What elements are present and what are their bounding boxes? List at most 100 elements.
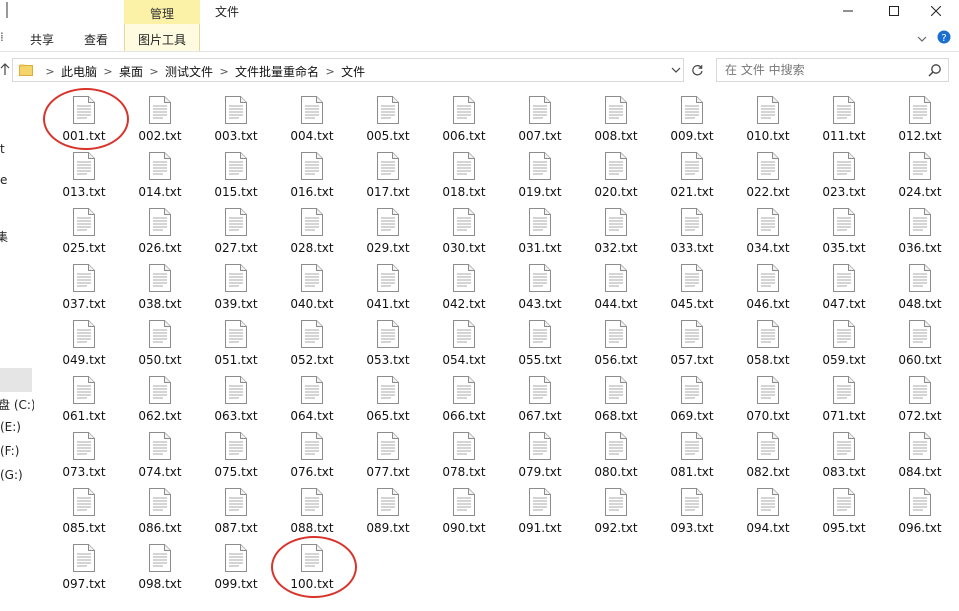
- file-item[interactable]: 020.txt: [578, 152, 654, 206]
- file-item[interactable]: 080.txt: [578, 432, 654, 486]
- tab-share[interactable]: 共享: [30, 31, 54, 48]
- address-bar[interactable]: > 此电脑 > 桌面 > 测试文件 > 文件批量重命名 > 文件: [12, 58, 684, 82]
- breadcrumb-files[interactable]: 文件: [341, 63, 365, 80]
- file-item[interactable]: 027.txt: [198, 208, 274, 262]
- file-item[interactable]: 012.txt: [882, 96, 958, 150]
- file-item[interactable]: 004.txt: [274, 96, 350, 150]
- file-item[interactable]: 075.txt: [198, 432, 274, 486]
- file-item[interactable]: 019.txt: [502, 152, 578, 206]
- file-item[interactable]: 034.txt: [730, 208, 806, 262]
- file-item[interactable]: 011.txt: [806, 96, 882, 150]
- file-item[interactable]: 025.txt: [46, 208, 122, 262]
- file-item[interactable]: 092.txt: [578, 488, 654, 542]
- manage-tab[interactable]: 管理: [124, 0, 200, 24]
- file-item[interactable]: 062.txt: [122, 376, 198, 430]
- file-item[interactable]: 086.txt: [122, 488, 198, 542]
- file-item[interactable]: 065.txt: [350, 376, 426, 430]
- file-item[interactable]: 045.txt: [654, 264, 730, 318]
- file-item[interactable]: 093.txt: [654, 488, 730, 542]
- file-item[interactable]: 081.txt: [654, 432, 730, 486]
- file-item[interactable]: 014.txt: [122, 152, 198, 206]
- file-item[interactable]: 060.txt: [882, 320, 958, 374]
- maximize-button[interactable]: [871, 0, 917, 22]
- nav-item-1[interactable]: t: [0, 142, 5, 156]
- file-item[interactable]: 094.txt: [730, 488, 806, 542]
- file-item[interactable]: 001.txt: [46, 96, 122, 150]
- minimize-button[interactable]: [825, 0, 871, 22]
- file-item[interactable]: 049.txt: [46, 320, 122, 374]
- file-item[interactable]: 008.txt: [578, 96, 654, 150]
- file-item[interactable]: 078.txt: [426, 432, 502, 486]
- file-item[interactable]: 061.txt: [46, 376, 122, 430]
- nav-item-drive-e[interactable]: (E:): [0, 420, 21, 434]
- file-item[interactable]: 048.txt: [882, 264, 958, 318]
- file-item[interactable]: 054.txt: [426, 320, 502, 374]
- file-item[interactable]: 003.txt: [198, 96, 274, 150]
- file-item[interactable]: 082.txt: [730, 432, 806, 486]
- file-item[interactable]: 059.txt: [806, 320, 882, 374]
- file-item[interactable]: 032.txt: [578, 208, 654, 262]
- chevron-right-icon[interactable]: >: [213, 65, 235, 78]
- file-item[interactable]: 098.txt: [122, 544, 198, 598]
- tab-picture-tools[interactable]: 图片工具: [124, 24, 200, 51]
- file-item[interactable]: 051.txt: [198, 320, 274, 374]
- file-item[interactable]: 070.txt: [730, 376, 806, 430]
- search-box[interactable]: [716, 58, 949, 82]
- address-history-dropdown[interactable]: [669, 62, 683, 78]
- file-item[interactable]: 089.txt: [350, 488, 426, 542]
- file-item[interactable]: 041.txt: [350, 264, 426, 318]
- tab-view[interactable]: 查看: [84, 31, 108, 48]
- file-item[interactable]: 022.txt: [730, 152, 806, 206]
- file-item[interactable]: 046.txt: [730, 264, 806, 318]
- file-item[interactable]: 017.txt: [350, 152, 426, 206]
- file-item[interactable]: 016.txt: [274, 152, 350, 206]
- file-item[interactable]: 067.txt: [502, 376, 578, 430]
- file-item[interactable]: 057.txt: [654, 320, 730, 374]
- file-item[interactable]: 068.txt: [578, 376, 654, 430]
- search-input[interactable]: [717, 59, 922, 81]
- ribbon-expand-button[interactable]: [917, 32, 927, 46]
- file-item[interactable]: 099.txt: [198, 544, 274, 598]
- file-item[interactable]: 043.txt: [502, 264, 578, 318]
- up-button[interactable]: [0, 62, 12, 78]
- file-item[interactable]: 079.txt: [502, 432, 578, 486]
- file-item[interactable]: 090.txt: [426, 488, 502, 542]
- file-item[interactable]: 044.txt: [578, 264, 654, 318]
- file-item[interactable]: 064.txt: [274, 376, 350, 430]
- file-item[interactable]: 097.txt: [46, 544, 122, 598]
- file-item[interactable]: 024.txt: [882, 152, 958, 206]
- file-item[interactable]: 042.txt: [426, 264, 502, 318]
- file-item[interactable]: 077.txt: [350, 432, 426, 486]
- nav-item-drive-g[interactable]: (G:): [0, 468, 23, 482]
- help-button[interactable]: ?: [937, 30, 951, 47]
- file-item[interactable]: 026.txt: [122, 208, 198, 262]
- file-item[interactable]: 005.txt: [350, 96, 426, 150]
- file-item[interactable]: 013.txt: [46, 152, 122, 206]
- file-item[interactable]: 039.txt: [198, 264, 274, 318]
- breadcrumb-desktop[interactable]: 桌面: [119, 63, 143, 80]
- file-item[interactable]: 033.txt: [654, 208, 730, 262]
- file-item[interactable]: 010.txt: [730, 96, 806, 150]
- refresh-button[interactable]: [686, 60, 708, 80]
- file-item[interactable]: 007.txt: [502, 96, 578, 150]
- file-item[interactable]: 021.txt: [654, 152, 730, 206]
- breadcrumb-batch-rename[interactable]: 文件批量重命名: [235, 63, 319, 80]
- file-item[interactable]: 029.txt: [350, 208, 426, 262]
- file-item[interactable]: 018.txt: [426, 152, 502, 206]
- file-item[interactable]: 071.txt: [806, 376, 882, 430]
- file-item[interactable]: 072.txt: [882, 376, 958, 430]
- file-item[interactable]: 069.txt: [654, 376, 730, 430]
- file-item[interactable]: 006.txt: [426, 96, 502, 150]
- nav-item-drive-c[interactable]: 盘 (C:): [0, 396, 34, 413]
- file-item[interactable]: 047.txt: [806, 264, 882, 318]
- file-item[interactable]: 056.txt: [578, 320, 654, 374]
- nav-item-3[interactable]: 集: [0, 228, 8, 245]
- file-item[interactable]: 100.txt: [274, 544, 350, 598]
- file-item[interactable]: 038.txt: [122, 264, 198, 318]
- breadcrumb-this-pc[interactable]: 此电脑: [61, 63, 97, 80]
- file-item[interactable]: 050.txt: [122, 320, 198, 374]
- file-item[interactable]: 095.txt: [806, 488, 882, 542]
- nav-item-2[interactable]: e: [0, 173, 7, 187]
- file-item[interactable]: 091.txt: [502, 488, 578, 542]
- file-item[interactable]: 040.txt: [274, 264, 350, 318]
